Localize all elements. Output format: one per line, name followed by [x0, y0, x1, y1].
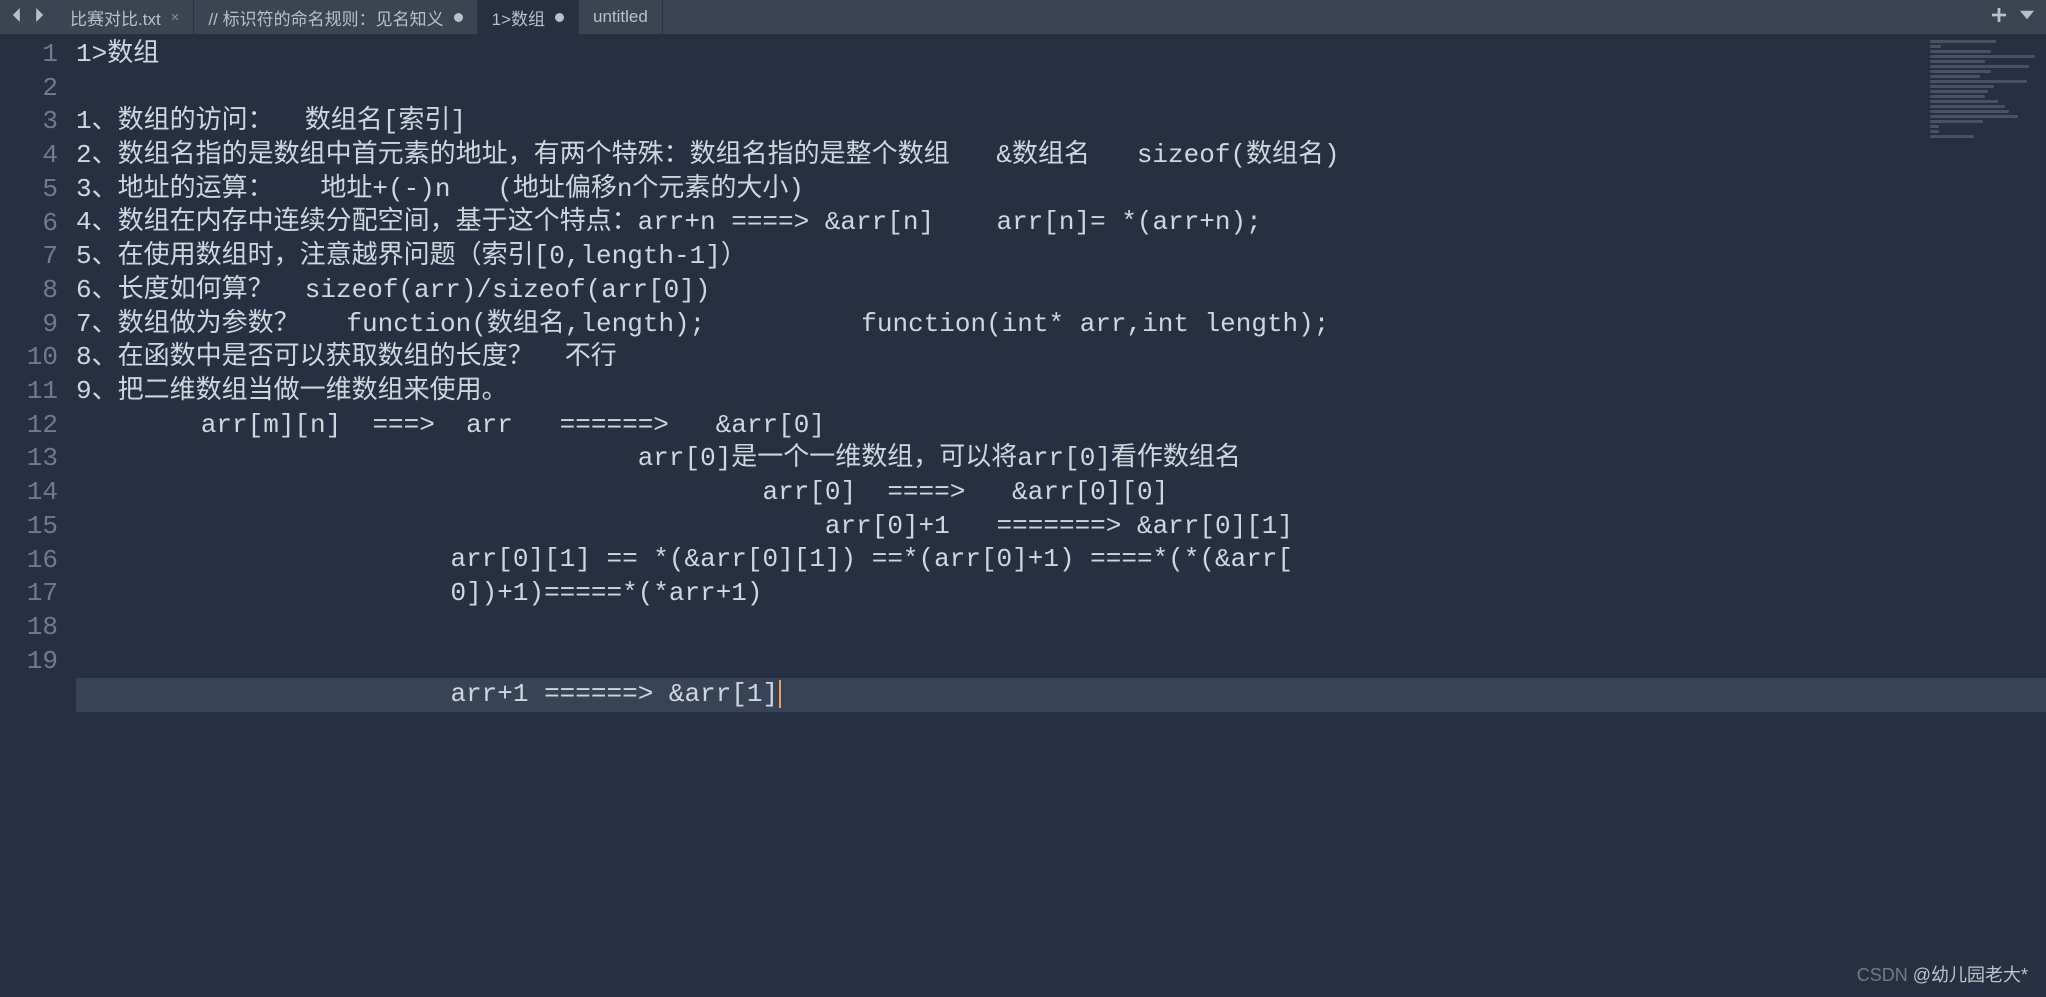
code-line: 3、地址的运算： 地址+(-)n (地址偏移n个元素的大小): [76, 173, 2046, 207]
watermark-prefix: CSDN: [1857, 965, 1913, 985]
line-number: 7: [0, 240, 76, 274]
text-cursor: [779, 680, 781, 708]
close-icon[interactable]: ×: [171, 9, 180, 26]
line-number: 15: [0, 510, 76, 544]
tab-1[interactable]: // 标识符的命名规则：见名知义: [194, 0, 477, 34]
editor[interactable]: 12345678910111213141516171819 1>数组1、数组的访…: [0, 34, 2046, 997]
line-number: 4: [0, 139, 76, 173]
tab-label: 1>数组: [492, 5, 545, 30]
code-line: arr+1 ======> &arr[1]: [76, 678, 2046, 712]
line-number: 18: [0, 611, 76, 645]
code-line: 1、数组的访问： 数组名[索引]: [76, 105, 2046, 139]
code-line: 4、数组在内存中连续分配空间，基于这个特点：arr+n ====> &arr[n…: [76, 206, 2046, 240]
tab-label: 比赛对比.txt: [70, 5, 161, 30]
tab-0[interactable]: 比赛对比.txt ×: [56, 0, 194, 34]
code-line: 8、在函数中是否可以获取数组的长度？ 不行: [76, 341, 2046, 375]
watermark-author: @幼儿园老大*: [1913, 965, 2028, 985]
code-line: [76, 644, 2046, 678]
line-number: 6: [0, 207, 76, 241]
tab-actions: [1980, 0, 2046, 34]
nav-forward-icon[interactable]: [32, 7, 46, 27]
code-line: [76, 611, 2046, 645]
nav-back-icon[interactable]: [10, 7, 24, 27]
line-number: 2: [0, 72, 76, 106]
line-gutter: 12345678910111213141516171819: [0, 34, 76, 997]
tab-nav: [0, 0, 56, 34]
line-number: 11: [0, 375, 76, 409]
tab-label: untitled: [593, 7, 648, 27]
tab-3[interactable]: untitled: [579, 0, 663, 34]
code-line: 1>数组: [76, 38, 2046, 72]
dirty-dot-icon: [454, 13, 463, 22]
line-number: 8: [0, 274, 76, 308]
code-line: 0])+1)=====*(*arr+1): [76, 577, 2046, 611]
line-number: 16: [0, 544, 76, 578]
code-line: arr[m][n] ===> arr ======> &arr[0]: [76, 409, 2046, 443]
code-line: 6、长度如何算？ sizeof(arr)/sizeof(arr[0]): [76, 274, 2046, 308]
line-number: 9: [0, 308, 76, 342]
code-line: 5、在使用数组时，注意越界问题（索引[0,length-1]）: [76, 240, 2046, 274]
code-line: arr[0][1] == *(&arr[0][1]) ==*(arr[0]+1)…: [76, 543, 2046, 577]
line-number: 17: [0, 577, 76, 611]
tab-bar: 比赛对比.txt × // 标识符的命名规则：见名知义 1>数组 untitled: [0, 0, 2046, 34]
watermark: CSDN @幼儿园老大*: [1857, 961, 2028, 987]
tab-label: // 标识符的命名规则：见名知义: [208, 5, 443, 30]
line-number: 3: [0, 105, 76, 139]
code-line: 2、数组名指的是数组中首元素的地址，有两个特殊：数组名指的是整个数组 &数组名 …: [76, 139, 2046, 173]
new-tab-icon[interactable]: [1992, 7, 2006, 27]
dirty-dot-icon: [555, 13, 564, 22]
code-line: arr[0]+1 =======> &arr[0][1]: [76, 510, 2046, 544]
tab-2[interactable]: 1>数组: [478, 0, 579, 34]
code-area[interactable]: 1>数组 1、数组的访问： 数组名[索引]2、数组名指的是数组中首元素的地址，有两…: [76, 34, 2046, 997]
line-number: 1: [0, 38, 76, 72]
code-line: 7、数组做为参数？ function(数组名,length); function…: [76, 308, 2046, 342]
line-number: 13: [0, 442, 76, 476]
line-number: 10: [0, 341, 76, 375]
line-number: 5: [0, 173, 76, 207]
code-line: 9、把二维数组当做一维数组来使用。: [76, 375, 2046, 409]
line-number: 14: [0, 476, 76, 510]
line-number: 19: [0, 645, 76, 679]
line-number: 12: [0, 409, 76, 443]
code-line: [76, 72, 2046, 106]
tab-menu-icon[interactable]: [2020, 7, 2034, 27]
code-line: arr[0] ====> &arr[0][0]: [76, 476, 2046, 510]
code-line: arr[0]是一个一维数组，可以将arr[0]看作数组名: [76, 442, 2046, 476]
